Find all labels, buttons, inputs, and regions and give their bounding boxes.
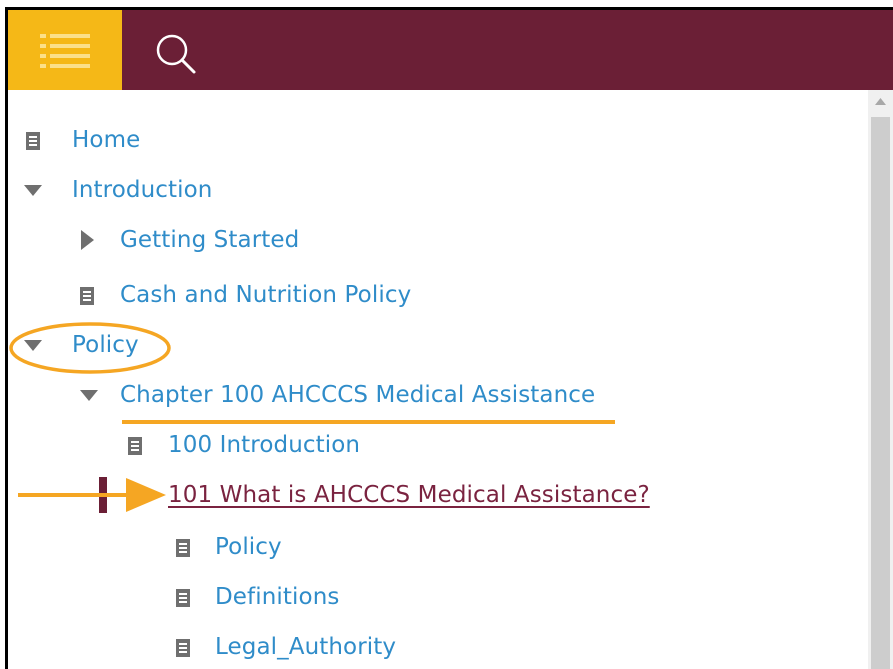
menu-toggle-button[interactable] <box>8 10 122 90</box>
tree-item-100-introduction[interactable]: 100 Introduction <box>8 425 360 465</box>
caret-right-icon <box>81 230 94 250</box>
scroll-up-arrow-icon[interactable] <box>875 98 886 105</box>
caret-down-icon <box>24 185 42 196</box>
search-icon <box>156 34 196 74</box>
tree-item-introduction[interactable]: Introduction <box>8 170 212 210</box>
tree-item-label: 101 What is AHCCCS Medical Assistance? <box>168 482 650 508</box>
tree-item-101-what-is[interactable]: 101 What is AHCCCS Medical Assistance? <box>8 475 650 515</box>
scrollbar-thumb[interactable] <box>871 117 890 669</box>
document-icon <box>176 639 190 657</box>
tree-item-label: Getting Started <box>120 227 300 253</box>
vertical-scrollbar[interactable] <box>868 90 893 669</box>
tree-item-label: Definitions <box>215 584 340 610</box>
tree-item-label: Legal_Authority <box>215 634 397 660</box>
document-icon <box>176 589 190 607</box>
document-icon <box>176 539 190 557</box>
tree-item-label: 100 Introduction <box>168 432 361 458</box>
tree-item-label: Policy <box>215 534 282 560</box>
hamburger-list-icon <box>40 34 90 68</box>
document-icon <box>128 437 142 455</box>
tree-item-label: Home <box>72 127 141 153</box>
caret-down-icon <box>24 340 42 351</box>
tree-item-legal-authority[interactable]: Legal_Authority <box>8 627 396 667</box>
tree-item-home[interactable]: Home <box>8 120 140 160</box>
tree-item-label: Introduction <box>72 177 213 203</box>
tree-item-chapter-100[interactable]: Chapter 100 AHCCCS Medical Assistance <box>8 375 595 415</box>
navigation-tree: Home Introduction Getting Started Cash a… <box>8 90 868 669</box>
search-button[interactable] <box>152 30 200 78</box>
tree-item-label: Cash and Nutrition Policy <box>120 282 412 308</box>
tree-item-getting-started[interactable]: Getting Started <box>8 220 299 260</box>
tree-item-policy[interactable]: Policy <box>8 325 139 365</box>
tree-item-cash-nutrition-policy[interactable]: Cash and Nutrition Policy <box>8 275 411 315</box>
caret-down-icon <box>80 390 98 401</box>
top-toolbar <box>8 10 893 90</box>
tree-item-label: Chapter 100 AHCCCS Medical Assistance <box>120 382 596 408</box>
selection-marker <box>99 477 107 513</box>
help-window: Home Introduction Getting Started Cash a… <box>5 7 893 669</box>
document-icon <box>80 287 94 305</box>
tree-item-policy-sub[interactable]: Policy <box>8 527 282 567</box>
document-icon <box>26 132 40 150</box>
tree-item-definitions[interactable]: Definitions <box>8 577 339 617</box>
tree-item-label: Policy <box>72 332 139 358</box>
underline-annotation <box>122 420 615 424</box>
